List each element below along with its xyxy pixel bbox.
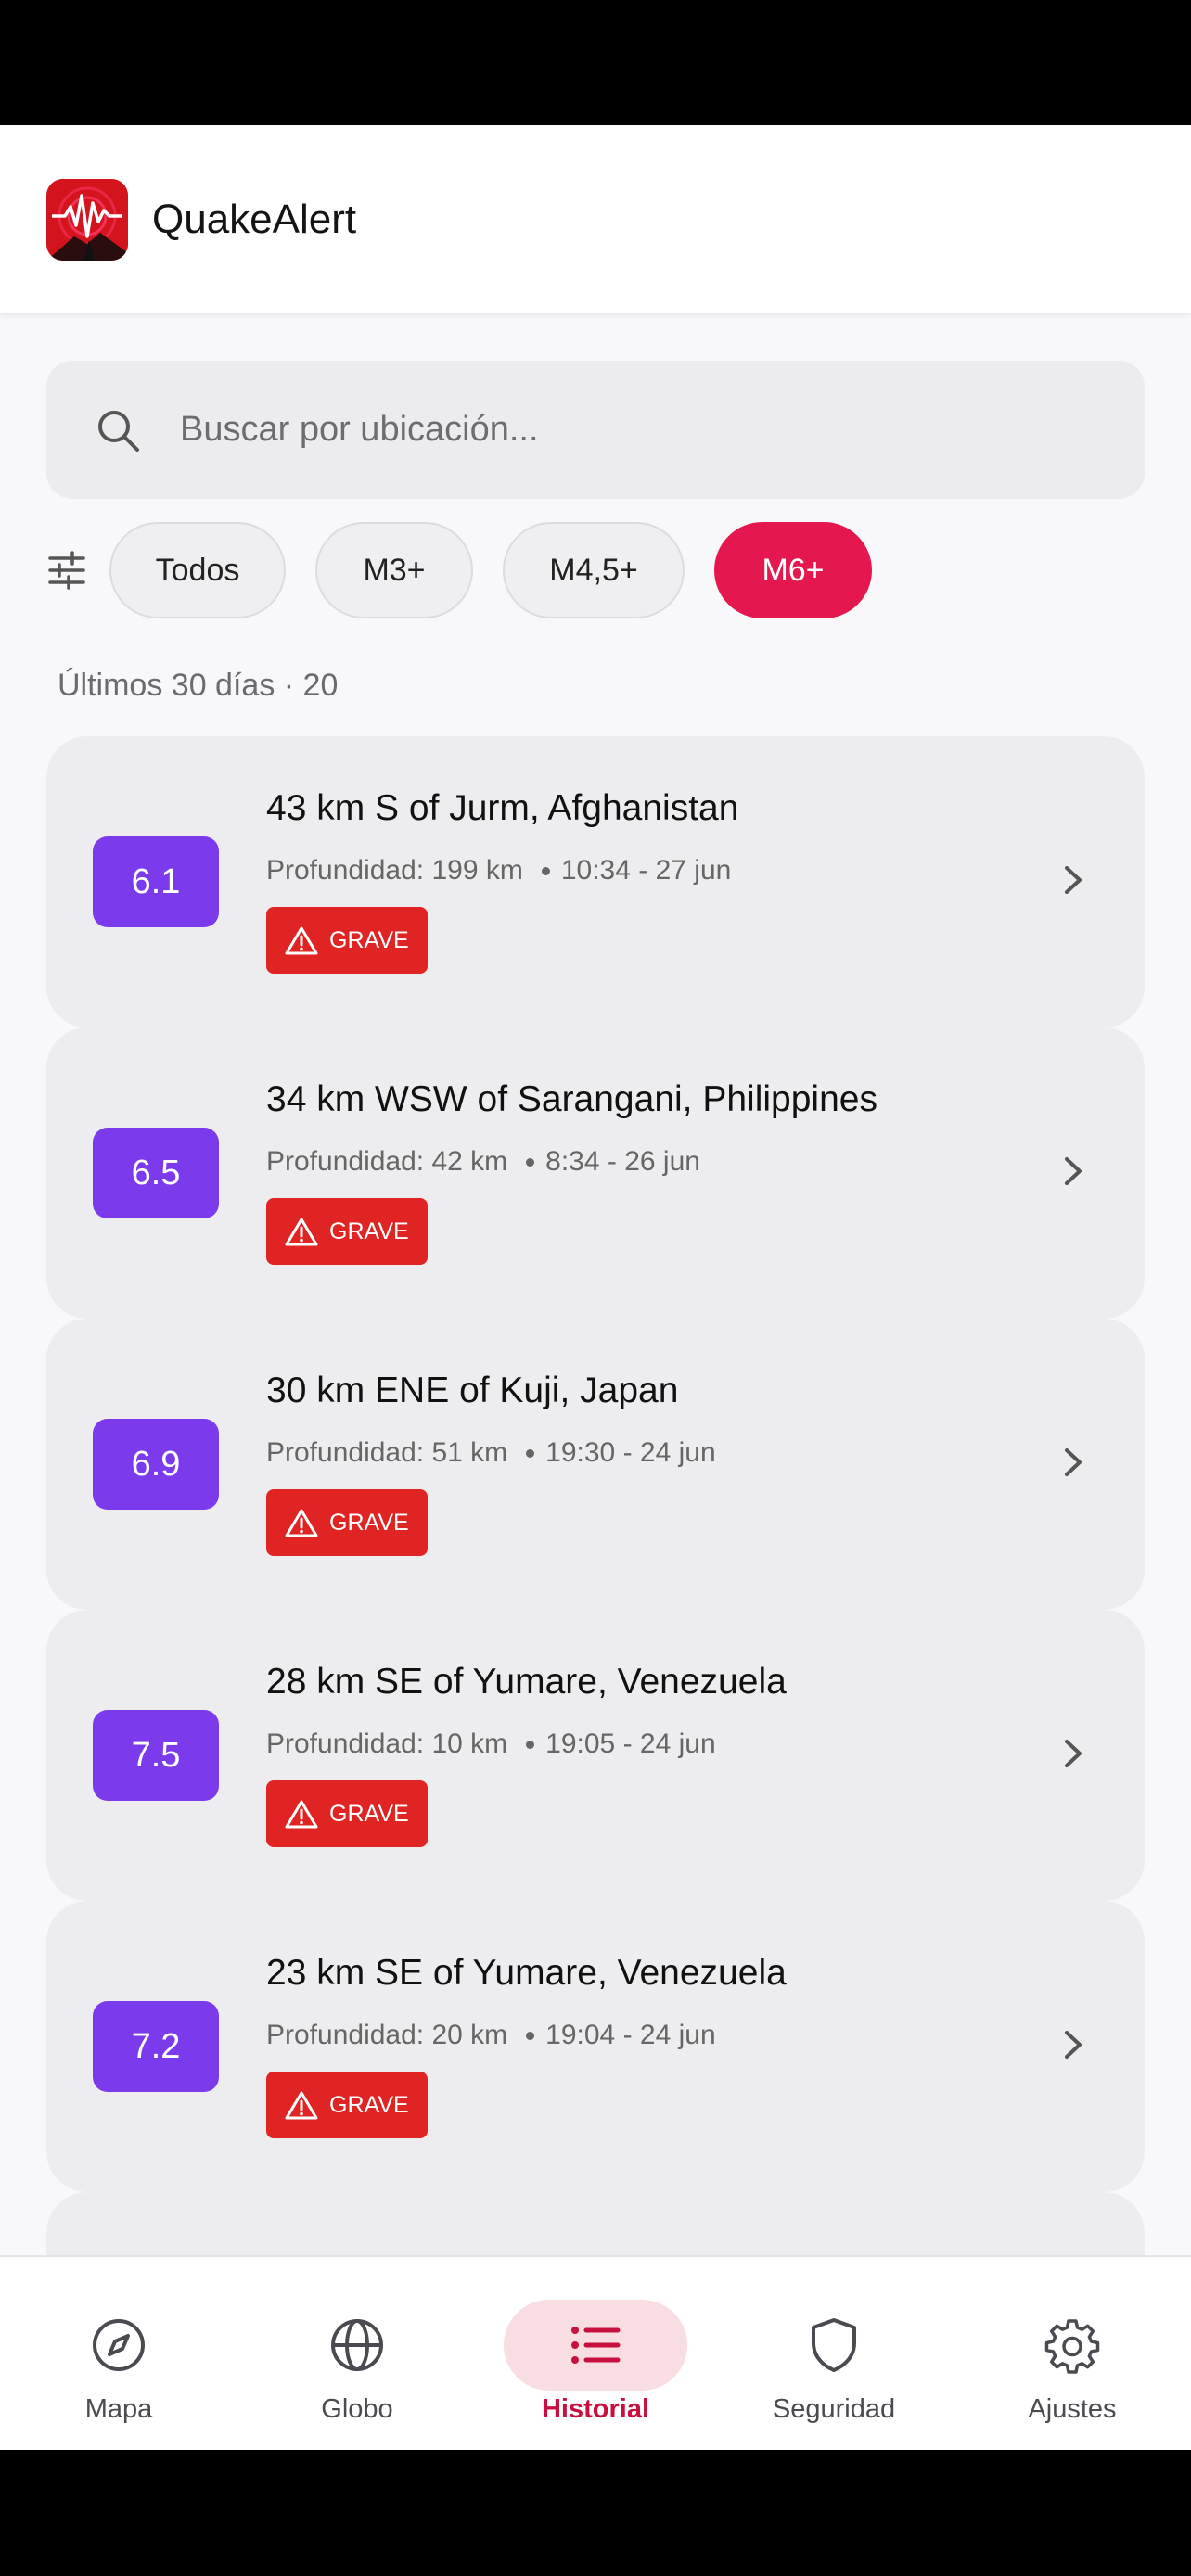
nav-label: Globo xyxy=(321,2394,393,2424)
gear-icon xyxy=(1044,2319,1100,2374)
nav-pill xyxy=(504,2300,687,2391)
chevron-right-icon xyxy=(1065,1157,1082,1185)
app-logo xyxy=(46,178,128,261)
magnitude-badge: 6.9 xyxy=(93,1419,219,1510)
magnitude-badge: 6.1 xyxy=(93,836,219,927)
search-icon xyxy=(98,410,139,452)
quake-time: 8:34 - 26 jun xyxy=(545,1146,700,1177)
app-title: QuakeAlert xyxy=(152,196,357,242)
quake-card[interactable]: 6.9 30 km ENE of Kuji, Japan Profundidad… xyxy=(46,1319,1145,1610)
separator-dot xyxy=(541,866,550,875)
filter-chip-m45[interactable]: M4,5+ xyxy=(503,522,685,618)
quake-location: 23 km SE of Yumare, Venezuela xyxy=(266,1953,787,1993)
warning-icon xyxy=(285,1800,318,1829)
quake-depth: Profundidad: 42 km xyxy=(266,1146,508,1177)
quake-meta: Profundidad: 199 km 10:34 - 27 jun xyxy=(266,855,731,886)
severity-badge: GRAVE xyxy=(266,907,428,974)
nav-label: Mapa xyxy=(84,2394,153,2424)
severity-label: GRAVE xyxy=(329,2091,409,2118)
quake-meta: Profundidad: 51 km 19:30 - 24 jun xyxy=(266,1437,716,1469)
status-bar xyxy=(0,0,1191,125)
quake-card[interactable]: 6.5 34 km WSW of Sarangani, Philippines … xyxy=(46,1027,1145,1319)
nav-pill xyxy=(742,2300,926,2391)
magnitude-badge: 7.2 xyxy=(93,2001,219,2092)
magnitude-filters: Todos M3+ M4,5+ M6+ xyxy=(46,522,1145,618)
search-bar[interactable] xyxy=(46,361,1145,499)
quake-card[interactable]: 6.1 43 km S of Jurm, Afghanistan Profund… xyxy=(46,736,1145,1027)
quake-location: 34 km WSW of Sarangani, Philippines xyxy=(266,1079,877,1119)
severity-label: GRAVE xyxy=(329,1800,409,1827)
quake-location: 43 km S of Jurm, Afghanistan xyxy=(266,788,739,828)
nav-label: Historial xyxy=(541,2394,650,2424)
list-icon xyxy=(571,2327,621,2364)
quake-time: 19:04 - 24 jun xyxy=(545,2020,716,2050)
severity-label: GRAVE xyxy=(329,926,409,953)
quake-list: 6.1 43 km S of Jurm, Afghanistan Profund… xyxy=(46,736,1145,2450)
nav-item-ajustes[interactable]: Ajustes xyxy=(980,2257,1165,2450)
quake-time: 19:30 - 24 jun xyxy=(545,1437,716,1468)
quake-time: 19:05 - 24 jun xyxy=(545,1728,716,1759)
compass-icon xyxy=(93,2319,145,2371)
separator-dot xyxy=(526,1157,535,1167)
severity-badge: GRAVE xyxy=(266,1489,428,1556)
separator-dot xyxy=(526,1448,535,1458)
quake-depth: Profundidad: 10 km xyxy=(266,1728,508,1759)
quake-location: 30 km ENE of Kuji, Japan xyxy=(266,1371,679,1410)
bottom-navigation: Mapa Globo Historial Seguridad Ajustes xyxy=(0,2255,1191,2450)
system-gesture-area xyxy=(0,2450,1191,2576)
severity-badge: GRAVE xyxy=(266,2072,428,2138)
shield-icon xyxy=(812,2318,856,2372)
warning-icon xyxy=(285,1218,318,1246)
results-summary: Últimos 30 días · 20 xyxy=(58,668,339,703)
severity-label: GRAVE xyxy=(329,1509,409,1536)
severity-label: GRAVE xyxy=(329,1218,409,1244)
seismograph-logo-icon xyxy=(46,178,128,261)
quake-card[interactable]: 7.5 28 km SE of Yumare, Venezuela Profun… xyxy=(46,1610,1145,1901)
app-screen: QuakeAlert Todos M3+ M4,5+ M6+ Últimos 3… xyxy=(0,125,1191,2450)
app-header: QuakeAlert xyxy=(0,125,1191,313)
quake-meta: Profundidad: 10 km 19:05 - 24 jun xyxy=(266,1728,716,1760)
filter-chip-m6[interactable]: M6+ xyxy=(714,522,872,618)
separator-dot xyxy=(526,2031,535,2040)
quake-time: 10:34 - 27 jun xyxy=(560,855,732,886)
warning-icon xyxy=(285,926,318,955)
filter-chip-m3[interactable]: M3+ xyxy=(315,522,473,618)
severity-badge: GRAVE xyxy=(266,1198,428,1265)
nav-item-seguridad[interactable]: Seguridad xyxy=(741,2257,927,2450)
filter-sliders-icon[interactable] xyxy=(46,550,87,591)
magnitude-badge: 7.5 xyxy=(93,1710,219,1801)
warning-icon xyxy=(285,1509,318,1537)
quake-card[interactable]: 7.2 23 km SE of Yumare, Venezuela Profun… xyxy=(46,1901,1145,2192)
chevron-right-icon xyxy=(1065,866,1082,894)
nav-item-mapa[interactable]: Mapa xyxy=(26,2257,211,2450)
nav-pill xyxy=(265,2300,449,2391)
nav-item-globo[interactable]: Globo xyxy=(264,2257,450,2450)
nav-label: Ajustes xyxy=(1028,2394,1117,2424)
chevron-right-icon xyxy=(1065,1740,1082,1767)
search-input[interactable] xyxy=(180,410,1015,450)
nav-label: Seguridad xyxy=(772,2394,896,2424)
chevron-right-icon xyxy=(1065,1448,1082,1476)
quake-depth: Profundidad: 51 km xyxy=(266,1437,508,1468)
nav-pill xyxy=(27,2300,211,2391)
warning-icon xyxy=(285,2091,318,2120)
nav-pill xyxy=(980,2300,1164,2391)
magnitude-badge: 6.5 xyxy=(93,1128,219,1218)
nav-item-historial[interactable]: Historial xyxy=(503,2257,688,2450)
globe-icon xyxy=(331,2319,383,2371)
quake-location: 28 km SE of Yumare, Venezuela xyxy=(266,1662,787,1702)
quake-depth: Profundidad: 199 km xyxy=(266,855,523,886)
severity-badge: GRAVE xyxy=(266,1780,428,1847)
filter-chip-todos[interactable]: Todos xyxy=(109,522,286,618)
quake-depth: Profundidad: 20 km xyxy=(266,2020,508,2050)
quake-meta: Profundidad: 20 km 19:04 - 24 jun xyxy=(266,2020,716,2051)
separator-dot xyxy=(526,1740,535,1749)
quake-meta: Profundidad: 42 km 8:34 - 26 jun xyxy=(266,1146,700,1178)
chevron-right-icon xyxy=(1065,2031,1082,2059)
